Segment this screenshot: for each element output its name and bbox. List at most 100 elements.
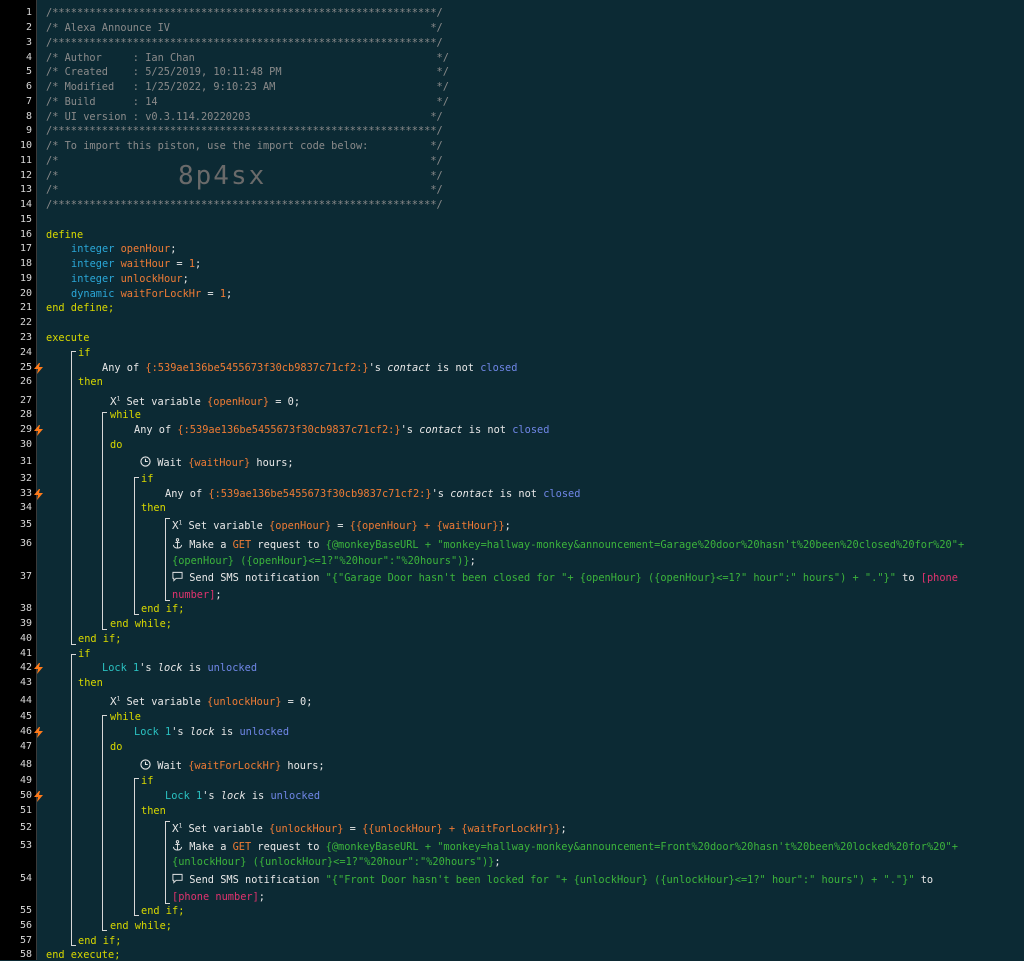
import-code[interactable]: 8p4sx bbox=[178, 161, 266, 191]
cond-device: Lock 1 bbox=[165, 790, 203, 802]
line-number: 1 bbox=[25, 7, 32, 18]
cond-operator: is not bbox=[430, 362, 481, 374]
line-number: 23 bbox=[19, 332, 32, 343]
indent-guide bbox=[71, 654, 76, 946]
var-decl-waitForLockHr[interactable]: dynamic waitForLockHr = 1; bbox=[71, 288, 232, 300]
stmt-set-openHour-expr[interactable]: X1 Set variable {openHour} = {{openHour}… bbox=[172, 519, 511, 532]
stmt-set-openHour[interactable]: X1 Set variable {openHour} = 0; bbox=[110, 395, 300, 408]
stmt-value: = 0; bbox=[269, 396, 301, 408]
cond-value: closed bbox=[480, 362, 518, 374]
header-title: /* Alexa Announce IV */ bbox=[46, 22, 443, 34]
header-modified: /* Modified : 1/25/2022, 9:10:23 AM */ bbox=[46, 81, 449, 93]
stmt-send-sms[interactable]: Send SMS notification "{"Garage Door has… bbox=[172, 571, 958, 584]
variable-icon: X1 bbox=[110, 695, 121, 708]
condition-contact[interactable]: Any of {:539ae136be5455673f30cb9837c71cf… bbox=[165, 488, 580, 500]
anchor-icon bbox=[172, 840, 183, 851]
indent-guide bbox=[165, 821, 170, 904]
condition-lock[interactable]: Lock 1's lock is unlocked bbox=[134, 726, 289, 738]
indent-guide bbox=[102, 715, 107, 931]
stmt-var: {openHour} bbox=[207, 396, 270, 408]
stmt-label: Set variable bbox=[126, 696, 208, 708]
keyword-while[interactable]: while bbox=[110, 409, 141, 421]
semicolon: ; bbox=[226, 288, 233, 300]
stmt-http-request[interactable]: Make a GET request to {@monkeyBaseURL + … bbox=[172, 538, 964, 551]
var-name: openHour bbox=[120, 243, 171, 255]
condition-lock[interactable]: Lock 1's lock is unlocked bbox=[165, 790, 320, 802]
line-number: 38 bbox=[19, 603, 32, 614]
sms-message: "{"Garage Door hasn't been closed for "+… bbox=[325, 572, 896, 584]
stmt-wait[interactable]: Wait {waitHour} hours; bbox=[140, 456, 294, 469]
line-number: 55 bbox=[19, 905, 32, 916]
line-number: 58 bbox=[19, 949, 32, 960]
stmt-send-sms[interactable]: Send SMS notification "{"Front Door hasn… bbox=[172, 873, 933, 886]
cond-possessive: 's bbox=[400, 424, 420, 436]
anchor-icon bbox=[172, 538, 183, 549]
stmt-set-unlockHour-expr[interactable]: X1 Set variable {unlockHour} = {{unlockH… bbox=[172, 822, 567, 835]
phone-number: [phone bbox=[920, 572, 958, 584]
line-number: 18 bbox=[19, 258, 32, 269]
keyword-if[interactable]: if bbox=[78, 347, 90, 359]
semicolon: ; bbox=[182, 273, 189, 285]
keyword-end-execute: end execute; bbox=[46, 949, 121, 961]
cond-value: closed bbox=[543, 488, 581, 500]
var-decl-waitHour[interactable]: integer waitHour = 1; bbox=[71, 258, 201, 270]
header-build: /* Build : 14 */ bbox=[46, 96, 449, 108]
cond-operator: is bbox=[182, 662, 208, 674]
stmt-label: Set variable bbox=[188, 520, 270, 532]
cond-operator: is bbox=[245, 790, 271, 802]
indent-guide bbox=[134, 778, 139, 916]
type-integer: integer bbox=[71, 273, 115, 285]
keyword-if[interactable]: if bbox=[141, 473, 153, 485]
line-number: 25 bbox=[19, 362, 32, 373]
keyword-end-if: end if; bbox=[141, 905, 185, 917]
condition-contact[interactable]: Any of {:539ae136be5455673f30cb9837c71cf… bbox=[102, 362, 517, 374]
stmt-unit: hours; bbox=[250, 457, 294, 469]
cond-operator: is bbox=[214, 726, 240, 738]
keyword-if[interactable]: if bbox=[141, 775, 153, 787]
line-number: 35 bbox=[19, 519, 32, 530]
sms-continued: [phone number]; bbox=[172, 891, 265, 903]
keyword-if[interactable]: if bbox=[78, 648, 90, 660]
line-number: 56 bbox=[19, 920, 32, 931]
line-number: 21 bbox=[19, 302, 32, 313]
stmt-label: Wait bbox=[157, 457, 189, 469]
line-number: 42 bbox=[19, 662, 32, 673]
stmt-equals: = bbox=[343, 823, 363, 835]
condition-lock[interactable]: Lock 1's lock is unlocked bbox=[102, 662, 257, 674]
header-border-top: /***************************************… bbox=[46, 7, 443, 19]
keyword-then: then bbox=[141, 805, 166, 817]
request-url-part: {unlockHour} ({unlockHour}<=1?"%20hour":… bbox=[172, 856, 495, 868]
semicolon: ; bbox=[494, 856, 501, 868]
stmt-http-request[interactable]: Make a GET request to {@monkeyBaseURL + … bbox=[172, 840, 958, 853]
sms-continued: number]; bbox=[172, 589, 222, 601]
header-border: /***************************************… bbox=[46, 37, 443, 49]
semicolon: ; bbox=[469, 555, 476, 567]
line-number: 52 bbox=[19, 822, 32, 833]
line-number: 36 bbox=[19, 538, 32, 549]
cond-device: Lock 1 bbox=[134, 726, 172, 738]
line-number: 47 bbox=[19, 741, 32, 752]
line-number: 39 bbox=[19, 618, 32, 629]
stmt-expression: {{unlockHour} + {waitForLockHr}} bbox=[362, 823, 561, 835]
line-number: 20 bbox=[19, 288, 32, 299]
header-created: /* Created : 5/25/2019, 10:11:48 PM */ bbox=[46, 66, 449, 78]
stmt-label: to bbox=[895, 572, 921, 584]
keyword-while[interactable]: while bbox=[110, 711, 141, 723]
var-decl-unlockHour[interactable]: integer unlockHour; bbox=[71, 273, 189, 285]
request-url: {@monkeyBaseURL + "monkey=hallway-monkey… bbox=[325, 539, 965, 551]
keyword-do: do bbox=[110, 741, 123, 753]
stmt-value: = 0; bbox=[281, 696, 313, 708]
stmt-wait[interactable]: Wait {waitForLockHr} hours; bbox=[140, 759, 325, 772]
stmt-set-unlockHour[interactable]: X1 Set variable {unlockHour} = 0; bbox=[110, 695, 312, 708]
keyword-execute: execute bbox=[46, 332, 90, 344]
cond-attribute: contact bbox=[450, 488, 494, 500]
stmt-var: {openHour} bbox=[269, 520, 332, 532]
line-number: 4 bbox=[25, 52, 32, 63]
stmt-label: Wait bbox=[157, 760, 189, 772]
condition-contact[interactable]: Any of {:539ae136be5455673f30cb9837c71cf… bbox=[134, 424, 549, 436]
phone-number-part: number] bbox=[172, 589, 216, 601]
keyword-then: then bbox=[78, 677, 103, 689]
trigger-bolt-icon bbox=[34, 425, 43, 436]
cond-device: Lock 1 bbox=[102, 662, 140, 674]
var-decl-openHour[interactable]: integer openHour; bbox=[71, 243, 176, 255]
